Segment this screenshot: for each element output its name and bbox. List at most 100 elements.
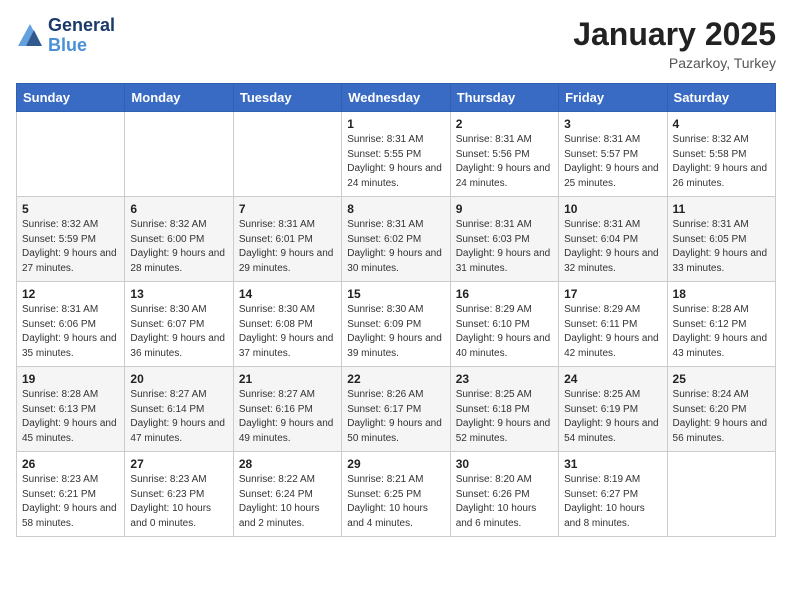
- day-info: Sunrise: 8:28 AMSunset: 6:13 PMDaylight:…: [22, 388, 119, 446]
- calendar-cell: [125, 112, 233, 197]
- weekday-header-monday: Monday: [125, 84, 233, 112]
- day-info: Sunrise: 8:23 AMSunset: 6:23 PMDaylight:…: [130, 473, 227, 531]
- logo: GeneralBlue: [16, 16, 115, 56]
- calendar-cell: [233, 112, 341, 197]
- day-number: 13: [130, 287, 227, 301]
- calendar-cell: 1 Sunrise: 8:31 AMSunset: 5:55 PMDaylight…: [342, 112, 450, 197]
- day-number: 7: [239, 202, 336, 216]
- day-number: 17: [564, 287, 661, 301]
- day-info: Sunrise: 8:26 AMSunset: 6:17 PMDaylight:…: [347, 388, 444, 446]
- calendar-cell: 28 Sunrise: 8:22 AMSunset: 6:24 PMDayligh…: [233, 452, 341, 537]
- calendar-cell: 25 Sunrise: 8:24 AMSunset: 6:20 PMDayligh…: [667, 367, 775, 452]
- calendar-cell: 14 Sunrise: 8:30 AMSunset: 6:08 PMDayligh…: [233, 282, 341, 367]
- day-info: Sunrise: 8:31 AMSunset: 6:03 PMDaylight:…: [456, 218, 553, 276]
- day-number: 24: [564, 372, 661, 386]
- calendar-cell: 5Sunrise: 8:32 AMSunset: 5:59 PMDaylight…: [17, 197, 125, 282]
- day-number: 10: [564, 202, 661, 216]
- calendar-cell: 6Sunrise: 8:32 AMSunset: 6:00 PMDaylight…: [125, 197, 233, 282]
- calendar-cell: 7 Sunrise: 8:31 AMSunset: 6:01 PMDaylight…: [233, 197, 341, 282]
- day-number: 31: [564, 457, 661, 471]
- day-number: 16: [456, 287, 553, 301]
- calendar-cell: 18 Sunrise: 8:28 AMSunset: 6:12 PMDayligh…: [667, 282, 775, 367]
- day-number: 12: [22, 287, 119, 301]
- day-info: Sunrise: 8:27 AMSunset: 6:14 PMDaylight:…: [130, 388, 227, 446]
- weekday-header-thursday: Thursday: [450, 84, 558, 112]
- calendar-cell: 8Sunrise: 8:31 AMSunset: 6:02 PMDaylight…: [342, 197, 450, 282]
- day-info: Sunrise: 8:31 AMSunset: 6:06 PMDaylight:…: [22, 303, 119, 361]
- day-number: 19: [22, 372, 119, 386]
- month-title: January 2025: [573, 16, 776, 53]
- location-subtitle: Pazarkoy, Turkey: [573, 55, 776, 71]
- day-info: Sunrise: 8:21 AMSunset: 6:25 PMDaylight:…: [347, 473, 444, 531]
- weekday-header-tuesday: Tuesday: [233, 84, 341, 112]
- weekday-header-saturday: Saturday: [667, 84, 775, 112]
- calendar-cell: 27 Sunrise: 8:23 AMSunset: 6:23 PMDayligh…: [125, 452, 233, 537]
- day-info: Sunrise: 8:29 AMSunset: 6:11 PMDaylight:…: [564, 303, 661, 361]
- logo-icon: [16, 22, 44, 50]
- day-number: 26: [22, 457, 119, 471]
- calendar-header-row: SundayMondayTuesdayWednesdayThursdayFrid…: [17, 84, 776, 112]
- day-number: 2: [456, 117, 553, 131]
- calendar-cell: 13Sunrise: 8:30 AMSunset: 6:07 PMDayligh…: [125, 282, 233, 367]
- day-number: 25: [673, 372, 770, 386]
- calendar-cell: 22Sunrise: 8:26 AMSunset: 6:17 PMDayligh…: [342, 367, 450, 452]
- calendar-cell: 17 Sunrise: 8:29 AMSunset: 6:11 PMDayligh…: [559, 282, 667, 367]
- day-number: 30: [456, 457, 553, 471]
- day-info: Sunrise: 8:31 AMSunset: 5:55 PMDaylight:…: [347, 133, 444, 191]
- calendar-cell: 9 Sunrise: 8:31 AMSunset: 6:03 PMDaylight…: [450, 197, 558, 282]
- day-info: Sunrise: 8:28 AMSunset: 6:12 PMDaylight:…: [673, 303, 770, 361]
- day-info: Sunrise: 8:31 AMSunset: 5:56 PMDaylight:…: [456, 133, 553, 191]
- day-number: 1: [347, 117, 444, 131]
- day-info: Sunrise: 8:31 AMSunset: 6:04 PMDaylight:…: [564, 218, 661, 276]
- calendar-cell: 30 Sunrise: 8:20 AMSunset: 6:26 PMDayligh…: [450, 452, 558, 537]
- day-number: 14: [239, 287, 336, 301]
- day-info: Sunrise: 8:31 AMSunset: 6:01 PMDaylight:…: [239, 218, 336, 276]
- calendar-cell: 2 Sunrise: 8:31 AMSunset: 5:56 PMDaylight…: [450, 112, 558, 197]
- calendar-cell: 16Sunrise: 8:29 AMSunset: 6:10 PMDayligh…: [450, 282, 558, 367]
- calendar-cell: 24 Sunrise: 8:25 AMSunset: 6:19 PMDayligh…: [559, 367, 667, 452]
- calendar-cell: [17, 112, 125, 197]
- calendar-week-5: 26Sunrise: 8:23 AMSunset: 6:21 PMDayligh…: [17, 452, 776, 537]
- calendar-cell: 11 Sunrise: 8:31 AMSunset: 6:05 PMDayligh…: [667, 197, 775, 282]
- day-number: 3: [564, 117, 661, 131]
- day-number: 28: [239, 457, 336, 471]
- calendar-cell: [667, 452, 775, 537]
- day-info: Sunrise: 8:30 AMSunset: 6:08 PMDaylight:…: [239, 303, 336, 361]
- day-number: 21: [239, 372, 336, 386]
- calendar-table: SundayMondayTuesdayWednesdayThursdayFrid…: [16, 83, 776, 537]
- calendar-cell: 19 Sunrise: 8:28 AMSunset: 6:13 PMDayligh…: [17, 367, 125, 452]
- day-number: 15: [347, 287, 444, 301]
- day-info: Sunrise: 8:20 AMSunset: 6:26 PMDaylight:…: [456, 473, 553, 531]
- calendar-cell: 29Sunrise: 8:21 AMSunset: 6:25 PMDayligh…: [342, 452, 450, 537]
- day-info: Sunrise: 8:24 AMSunset: 6:20 PMDaylight:…: [673, 388, 770, 446]
- day-info: Sunrise: 8:32 AMSunset: 5:59 PMDaylight:…: [22, 218, 119, 276]
- weekday-header-sunday: Sunday: [17, 84, 125, 112]
- calendar-cell: 20 Sunrise: 8:27 AMSunset: 6:14 PMDayligh…: [125, 367, 233, 452]
- calendar-cell: 15Sunrise: 8:30 AMSunset: 6:09 PMDayligh…: [342, 282, 450, 367]
- day-number: 27: [130, 457, 227, 471]
- calendar-cell: 10 Sunrise: 8:31 AMSunset: 6:04 PMDayligh…: [559, 197, 667, 282]
- day-number: 9: [456, 202, 553, 216]
- weekday-header-wednesday: Wednesday: [342, 84, 450, 112]
- day-info: Sunrise: 8:31 AMSunset: 6:05 PMDaylight:…: [673, 218, 770, 276]
- day-info: Sunrise: 8:25 AMSunset: 6:19 PMDaylight:…: [564, 388, 661, 446]
- day-number: 6: [130, 202, 227, 216]
- calendar-cell: 26Sunrise: 8:23 AMSunset: 6:21 PMDayligh…: [17, 452, 125, 537]
- day-number: 18: [673, 287, 770, 301]
- day-number: 20: [130, 372, 227, 386]
- calendar-week-4: 19 Sunrise: 8:28 AMSunset: 6:13 PMDayligh…: [17, 367, 776, 452]
- calendar-cell: 21 Sunrise: 8:27 AMSunset: 6:16 PMDayligh…: [233, 367, 341, 452]
- calendar-cell: 4Sunrise: 8:32 AMSunset: 5:58 PMDaylight…: [667, 112, 775, 197]
- day-info: Sunrise: 8:22 AMSunset: 6:24 PMDaylight:…: [239, 473, 336, 531]
- weekday-header-friday: Friday: [559, 84, 667, 112]
- day-info: Sunrise: 8:32 AMSunset: 5:58 PMDaylight:…: [673, 133, 770, 191]
- calendar-week-2: 5Sunrise: 8:32 AMSunset: 5:59 PMDaylight…: [17, 197, 776, 282]
- calendar-week-1: 1 Sunrise: 8:31 AMSunset: 5:55 PMDaylight…: [17, 112, 776, 197]
- day-number: 23: [456, 372, 553, 386]
- logo-text: GeneralBlue: [48, 16, 115, 56]
- calendar-cell: 3Sunrise: 8:31 AMSunset: 5:57 PMDaylight…: [559, 112, 667, 197]
- calendar-cell: 12 Sunrise: 8:31 AMSunset: 6:06 PMDayligh…: [17, 282, 125, 367]
- day-number: 11: [673, 202, 770, 216]
- day-number: 8: [347, 202, 444, 216]
- day-info: Sunrise: 8:27 AMSunset: 6:16 PMDaylight:…: [239, 388, 336, 446]
